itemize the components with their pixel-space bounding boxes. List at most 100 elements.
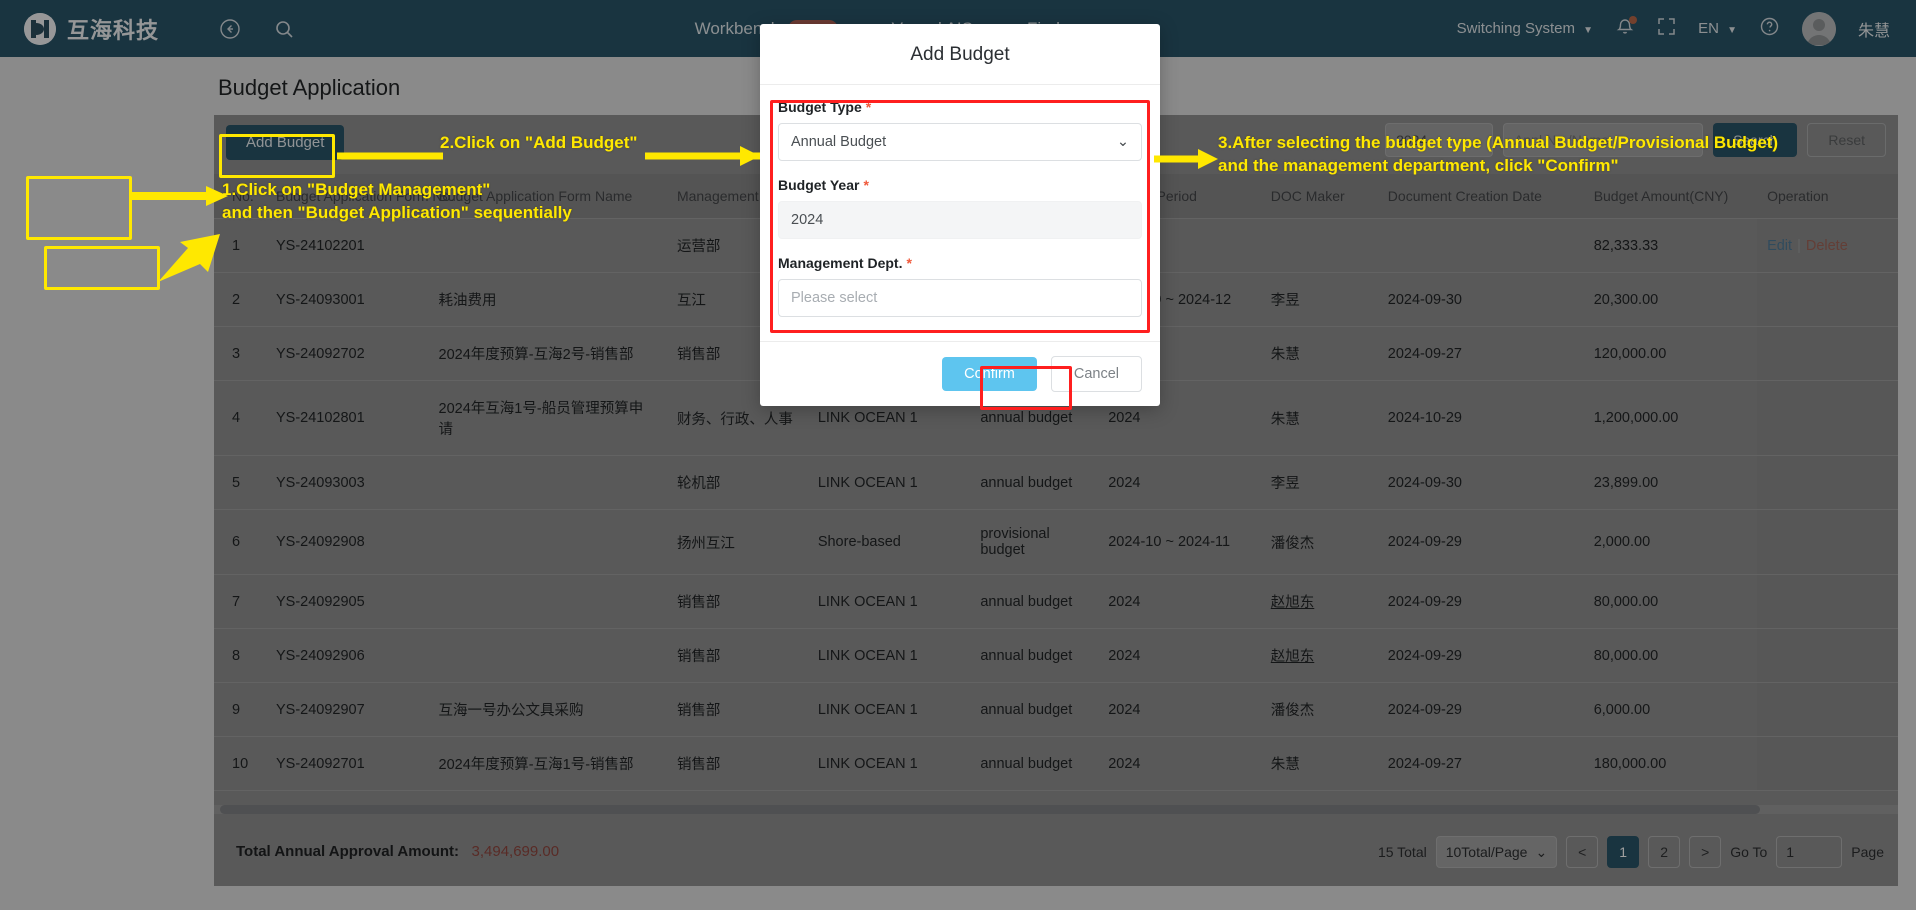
budget-year-value: 2024 [791, 212, 824, 228]
table-row[interactable]: 5 YS-24093003 轮机部 LINK OCEAN 1 annual budget… [214, 455, 1898, 510]
budget-year-input[interactable]: 2024 [778, 201, 1142, 239]
cell-form-no: YS-24093003 [266, 455, 429, 510]
cell-created: 2024-09-29 [1377, 682, 1584, 737]
table-row[interactable]: 9 YS-24092907 互海一号办公文具采购 销售部 LINK OCEAN 1 ann… [214, 682, 1898, 737]
table-row[interactable]: 10 YS-24092701 2024年度预算-互海1号-销售部 销售部 LINK OC… [214, 736, 1898, 791]
brand-name: 互海科技 [67, 17, 160, 43]
cell-amount: 82,333.33 [1583, 218, 1758, 273]
confirm-button[interactable]: Confirm [942, 357, 1037, 391]
cell-form-name: 2024年度预算-互海1号-销售部 [428, 736, 667, 791]
chevron-down-icon: ▼ [1727, 25, 1737, 36]
chevron-down-icon: ▼ [1583, 25, 1594, 36]
search-button[interactable]: Search [1713, 123, 1798, 157]
cell-form-no: YS-24092907 [266, 682, 429, 737]
avatar[interactable] [1801, 11, 1836, 46]
cell-type: annual budget [970, 682, 1099, 737]
page-size-value: 10Total/Page [1445, 844, 1528, 860]
scrollbar-thumb[interactable] [220, 805, 1760, 814]
cell-created: 2024-10-29 [1377, 380, 1584, 456]
next-page-button[interactable]: > [1689, 836, 1722, 868]
cell-form-no: YS-24092701 [266, 736, 429, 791]
cell-amount: 80,000.00 [1583, 628, 1758, 683]
cell-vessel: Shore-based [807, 509, 971, 575]
cell-no: 1 [214, 218, 266, 273]
notification-dot [1629, 15, 1638, 24]
chevron-down-icon: ⌄ [1116, 134, 1129, 150]
table-row[interactable]: 7 YS-24092905 销售部 LINK OCEAN 1 annual budget… [214, 574, 1898, 629]
prev-page-button[interactable]: < [1566, 836, 1599, 868]
cell-amount: 2,000.00 [1583, 509, 1758, 575]
cell-form-no: YS-24102201 [266, 218, 429, 273]
doc-maker-link[interactable]: 赵旭东 [1271, 649, 1315, 665]
cell-period: 2024-10 ~ 2024-11 [1098, 509, 1261, 575]
cell-operation [1757, 455, 1898, 510]
back-arrow-icon[interactable] [216, 15, 244, 43]
cell-operation: Edit | Delete [1757, 218, 1898, 273]
cell-type: annual budget [970, 736, 1099, 791]
cell-maker: 朱慧 [1260, 736, 1378, 791]
cell-amount: 1,200,000.00 [1583, 380, 1758, 456]
total-count-label: 15 Total [1377, 844, 1427, 860]
total-amount-label: Total Annual Approval Amount: [236, 843, 460, 860]
switching-system-dropdown[interactable]: Switching System ▼ [1457, 20, 1593, 37]
cell-type: annual budget [970, 628, 1099, 683]
total-amount-value: 3,494,699.00 [471, 843, 560, 860]
cell-form-name [428, 455, 667, 510]
search-input[interactable]: Appl.No./Name [1503, 123, 1704, 157]
language-dropdown[interactable]: EN ▼ [1698, 20, 1737, 37]
app-root: 互海科技 Workbench 12017 Vessel AIS [0, 0, 1916, 910]
cell-form-name: 2024年度预算-互海2号-销售部 [428, 326, 667, 381]
budget-management-highlight [26, 176, 132, 240]
cell-maker: 潘俊杰 [1260, 509, 1378, 575]
cell-no: 4 [214, 380, 266, 456]
table-horizontal-scrollbar[interactable] [214, 805, 1898, 814]
edit-link[interactable]: Edit [1767, 238, 1792, 254]
cell-form-name [428, 574, 667, 629]
cell-no: 9 [214, 682, 266, 737]
cell-period: 2024 [1098, 455, 1261, 510]
col-form-name: Budget Application Form Name [428, 174, 667, 219]
page-button-1[interactable]: 1 [1607, 836, 1640, 868]
cell-form-name: 耗油费用 [428, 272, 667, 327]
user-name: 朱慧 [1857, 22, 1890, 40]
cell-period: 2024 [1098, 574, 1261, 629]
cell-no: 7 [214, 574, 266, 629]
cell-created: 2024-09-30 [1377, 272, 1584, 327]
cell-form-name: 互海一号办公文具采购 [428, 682, 667, 737]
table-row[interactable]: 6 YS-24092908 扬州互江 Shore-based provisional b… [214, 509, 1898, 575]
reset-button[interactable]: Reset [1807, 123, 1886, 157]
cell-operation [1757, 628, 1898, 683]
cell-operation [1757, 682, 1898, 737]
total-amount-block: Total Annual Approval Amount: 3,494,699.… [236, 843, 559, 861]
page-size-select[interactable]: 10Total/Page ⌄ [1435, 836, 1558, 868]
table-row[interactable]: 8 YS-24092906 销售部 LINK OCEAN 1 annual budget… [214, 628, 1898, 683]
col-no: No. [214, 174, 266, 219]
cell-form-name [428, 509, 667, 575]
year-filter-select[interactable]: 2024 ⌄ [1385, 123, 1494, 157]
cell-dept: 销售部 [666, 628, 808, 683]
goto-page-input[interactable]: 1 [1776, 836, 1843, 868]
cell-operation [1757, 736, 1898, 791]
col-operation: Operation [1757, 174, 1898, 219]
header-right-tools: Switching System ▼ EN ▼ 朱慧 [1457, 11, 1916, 46]
notification-bell-icon[interactable] [1615, 15, 1638, 41]
management-dept-select[interactable]: Please select [778, 279, 1142, 317]
search-icon[interactable] [270, 15, 298, 43]
cell-form-no: YS-24102801 [266, 380, 429, 456]
help-icon[interactable] [1759, 16, 1780, 41]
budget-type-select[interactable]: Annual Budget ⌄ [778, 123, 1142, 161]
page-button-2[interactable]: 2 [1648, 836, 1681, 868]
add-budget-button[interactable]: Add Budget [226, 125, 345, 160]
cell-amount: 120,000.00 [1583, 326, 1758, 381]
doc-maker-link[interactable]: 赵旭东 [1271, 595, 1315, 611]
cell-type: provisional budget [970, 509, 1099, 575]
cell-no: 2 [214, 272, 266, 327]
cell-maker: 李昱 [1260, 272, 1378, 327]
delete-link[interactable]: Delete [1806, 238, 1848, 254]
cell-created: 2024-09-29 [1377, 574, 1584, 629]
fullscreen-icon[interactable] [1657, 17, 1676, 40]
brand: 互海科技 [0, 12, 190, 45]
cell-form-no: YS-24092906 [266, 628, 429, 683]
cancel-button[interactable]: Cancel [1050, 356, 1142, 392]
budget-type-label: Budget Type [778, 99, 862, 115]
